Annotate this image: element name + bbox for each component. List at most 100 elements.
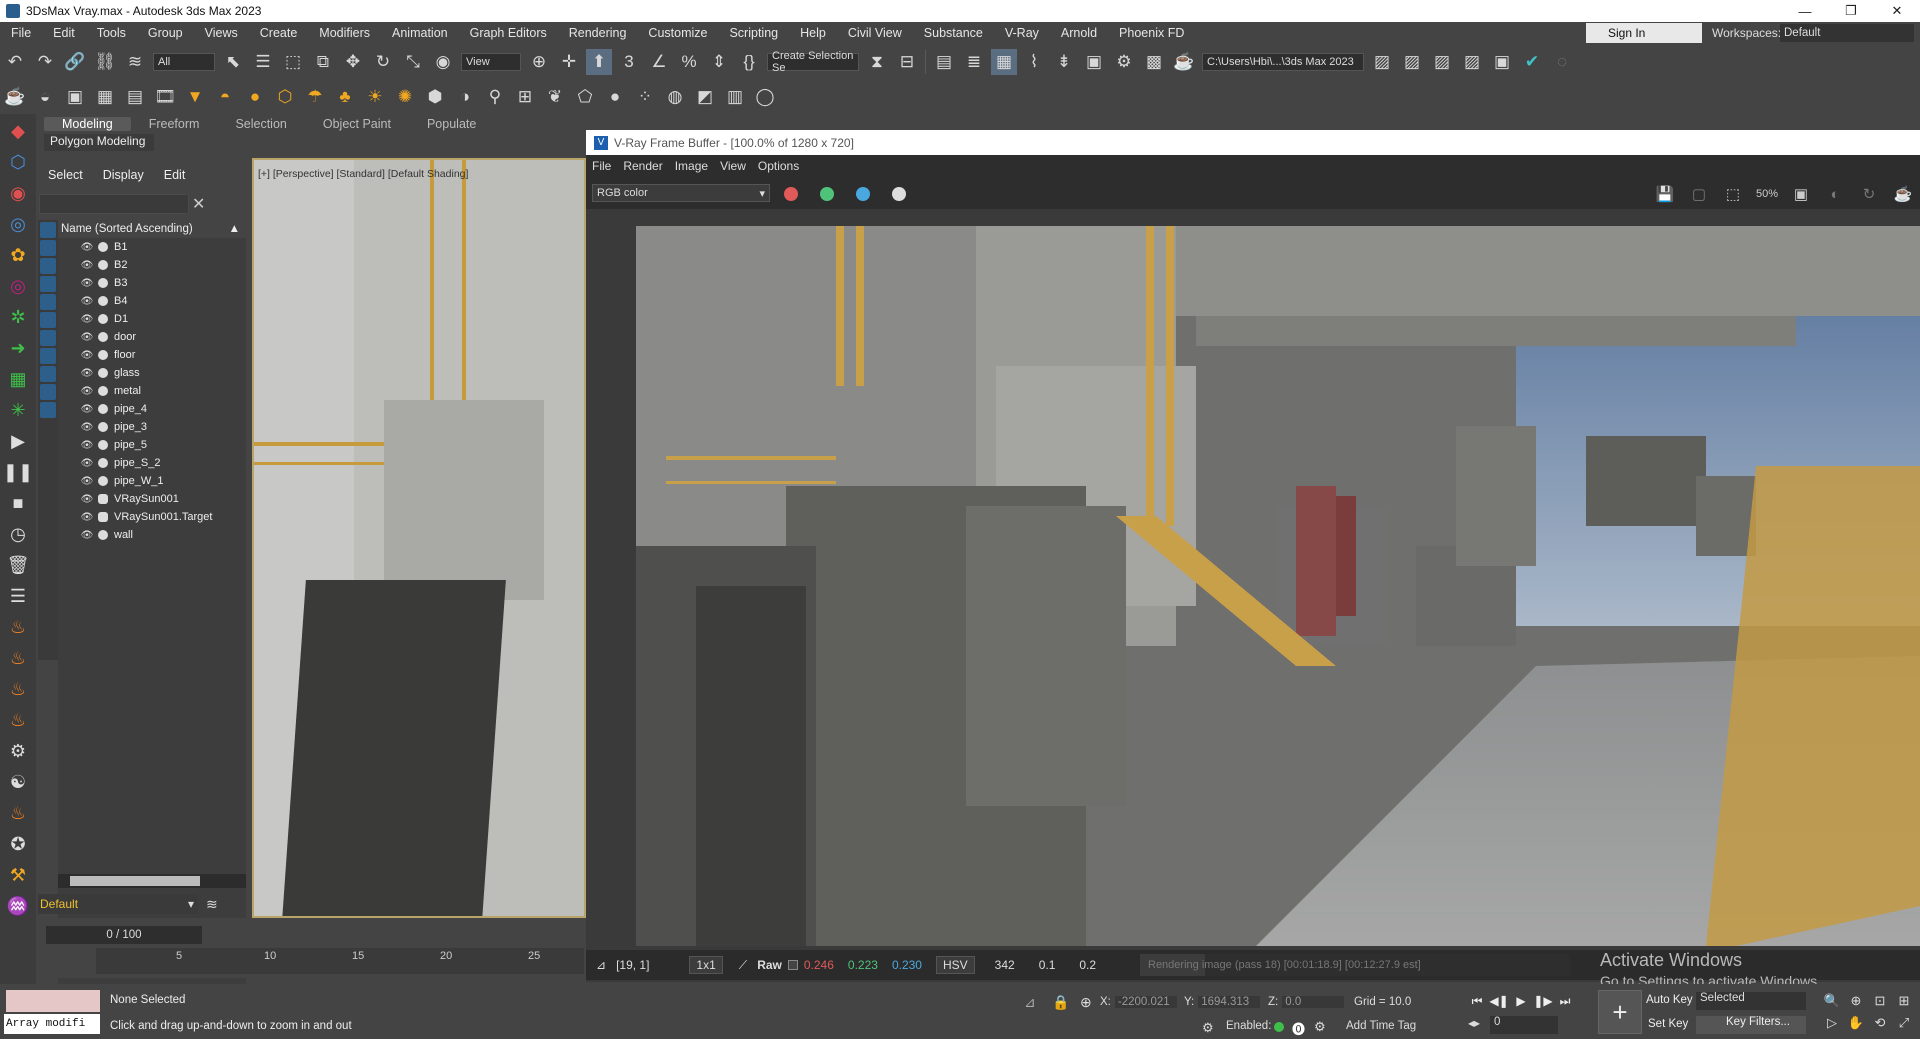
time-tag-icon[interactable]: ⚙	[1314, 1019, 1326, 1035]
menu-customize[interactable]: Customize	[637, 26, 718, 40]
snaps-toggle-icon[interactable]: 3	[616, 49, 642, 75]
project-icon-2[interactable]: ▨	[1399, 49, 1425, 75]
list-item[interactable]: 👁 VRaySun001.Target	[58, 508, 246, 526]
snake-icon[interactable]: ☯	[4, 768, 32, 796]
list-icon[interactable]: ☰	[4, 582, 32, 610]
sim-icon[interactable]: ⚙	[4, 737, 32, 765]
pivot-center-icon[interactable]: ⊕	[526, 49, 552, 75]
select-by-name-icon[interactable]: ☰	[250, 49, 276, 75]
align-icon[interactable]: ⊟	[894, 49, 920, 75]
z-field[interactable]: 0.0	[1282, 996, 1345, 1008]
checkmark-icon[interactable]: ✔	[1519, 49, 1545, 75]
auto-key-button[interactable]: Auto Key	[1646, 994, 1693, 1006]
mono-channel-toggle[interactable]	[892, 187, 906, 201]
filter-groups-icon[interactable]	[40, 330, 56, 346]
scene-explorer-icon[interactable]: ▤	[931, 49, 957, 75]
project-icon-4[interactable]: ▨	[1459, 49, 1485, 75]
compare-icon[interactable]: ▣	[1784, 181, 1818, 207]
particle-tool-icon[interactable]: ✳	[4, 396, 32, 424]
pause-icon[interactable]: ❚❚	[3, 458, 33, 486]
visibility-eye-icon[interactable]: 👁	[80, 530, 94, 541]
current-frame-field[interactable]: 0	[1490, 1016, 1558, 1034]
filter-bones-icon[interactable]	[40, 366, 56, 382]
vray-ies-light-icon[interactable]: ☂	[302, 84, 328, 110]
angle-snap-icon[interactable]: ∠	[646, 49, 672, 75]
selection-filter-dropdown[interactable]: All	[153, 53, 215, 71]
raw-mode-label[interactable]: Raw	[757, 958, 782, 972]
zoom-all-icon[interactable]: ⊕	[1844, 990, 1868, 1012]
menu-tools[interactable]: Tools	[86, 26, 137, 40]
isolate-icon[interactable]: ⊿	[1024, 994, 1036, 1011]
menu-modifiers[interactable]: Modifiers	[308, 26, 381, 40]
set-key-big-button[interactable]: +	[1598, 990, 1642, 1034]
tiger-icon[interactable]: ✪	[4, 830, 32, 858]
stop-icon[interactable]: ■	[4, 489, 32, 517]
visibility-eye-icon[interactable]: 👁	[80, 242, 94, 253]
render-teapot-icon[interactable]: ☕	[1886, 181, 1920, 207]
visibility-eye-icon[interactable]: 👁	[80, 476, 94, 487]
vray-scatter-icon[interactable]: ⊞	[512, 84, 538, 110]
list-item[interactable]: 👁 B4	[58, 292, 246, 310]
vray-collaboration-icon[interactable]: ▥	[722, 84, 748, 110]
project-icon-3[interactable]: ▨	[1429, 49, 1455, 75]
layer-dropdown[interactable]: Default ▾	[38, 894, 198, 914]
window-crossing-icon[interactable]: ⧉	[310, 49, 336, 75]
play-icon[interactable]: ▶	[4, 427, 32, 455]
phoenix-fire-icon[interactable]: ♨	[4, 613, 32, 641]
layout-tool-icon[interactable]: ▦	[4, 365, 32, 393]
manipulate-icon[interactable]: ✛	[556, 49, 582, 75]
redo-icon[interactable]: ↷	[32, 49, 58, 75]
explorer-scrollbar[interactable]	[58, 874, 246, 888]
visibility-eye-icon[interactable]: 👁	[80, 314, 94, 325]
render-setup-icon[interactable]: ⚙	[1111, 49, 1137, 75]
rendered-image[interactable]	[636, 226, 1920, 946]
layer-explorer-icon[interactable]: ≣	[961, 49, 987, 75]
list-item[interactable]: 👁 pipe_3	[58, 418, 246, 436]
bind-space-warp-icon[interactable]: ≋	[122, 49, 148, 75]
save-image-icon[interactable]: 💾	[1648, 181, 1682, 207]
visibility-eye-icon[interactable]: 👁	[80, 386, 94, 397]
phoenix-fire3-icon[interactable]: ♨	[4, 675, 32, 703]
vray-ambient-light-icon[interactable]: ♣	[332, 84, 358, 110]
explorer-column-header[interactable]: Name (Sorted Ascending) ▲	[58, 220, 246, 238]
green-channel-toggle[interactable]	[820, 187, 834, 201]
menu-civil-view[interactable]: Civil View	[837, 26, 913, 40]
add-time-tag-button[interactable]: Add Time Tag	[1346, 1020, 1416, 1032]
vray-light-lister-icon[interactable]: ✺	[392, 84, 418, 110]
water-icon[interactable]: ♒	[4, 892, 32, 920]
list-item[interactable]: 👁 VRaySun001	[58, 490, 246, 508]
visibility-eye-icon[interactable]: 👁	[80, 422, 94, 433]
hierarchy-panel-icon[interactable]: ◉	[4, 179, 32, 207]
perspective-viewport[interactable]: [+] [Perspective] [Standard] [Default Sh…	[252, 158, 586, 918]
pixel-ratio-dropdown[interactable]: 1x1	[689, 956, 723, 974]
menu-arnold[interactable]: Arnold	[1050, 26, 1108, 40]
vfb-menu-view[interactable]: View	[714, 159, 752, 173]
maxscript-listener-swatch[interactable]	[6, 990, 100, 1012]
reference-coordinate-dropdown[interactable]: View	[461, 53, 521, 71]
visibility-eye-icon[interactable]: 👁	[80, 260, 94, 271]
clock-icon[interactable]: ◷	[4, 520, 32, 548]
sign-in-button[interactable]: Sign In	[1586, 23, 1702, 43]
edit-named-selection-icon[interactable]: {}	[736, 49, 762, 75]
pan-icon[interactable]: ✋	[1844, 1012, 1868, 1034]
menu-create[interactable]: Create	[249, 26, 309, 40]
curve-editor-icon[interactable]: ⌇	[1021, 49, 1047, 75]
trash-icon[interactable]: 🗑	[4, 551, 32, 579]
utilities-panel-icon[interactable]: ◎	[4, 272, 32, 300]
visibility-eye-icon[interactable]: 👁	[80, 296, 94, 307]
minimize-button[interactable]: —	[1782, 0, 1828, 22]
vfb-menu-image[interactable]: Image	[669, 159, 714, 173]
time-slider[interactable]: 0 / 100	[46, 926, 202, 944]
list-item[interactable]: 👁 pipe_5	[58, 436, 246, 454]
move-icon[interactable]: ✥	[340, 49, 366, 75]
color-picker-icon[interactable]: ⟋	[739, 958, 747, 973]
arrow-tool-icon[interactable]: ➜	[4, 334, 32, 362]
clear-search-icon[interactable]: ✕	[192, 194, 205, 214]
menu-group[interactable]: Group	[137, 26, 194, 40]
layers-icon[interactable]: ≋	[206, 896, 218, 913]
filter-spacewarps-icon[interactable]	[40, 312, 56, 328]
menu-rendering[interactable]: Rendering	[558, 26, 638, 40]
rotate-icon[interactable]: ↻	[370, 49, 396, 75]
spinner-snap-icon[interactable]: ⇕	[706, 49, 732, 75]
sync-icon[interactable]: ◌	[1549, 49, 1575, 75]
